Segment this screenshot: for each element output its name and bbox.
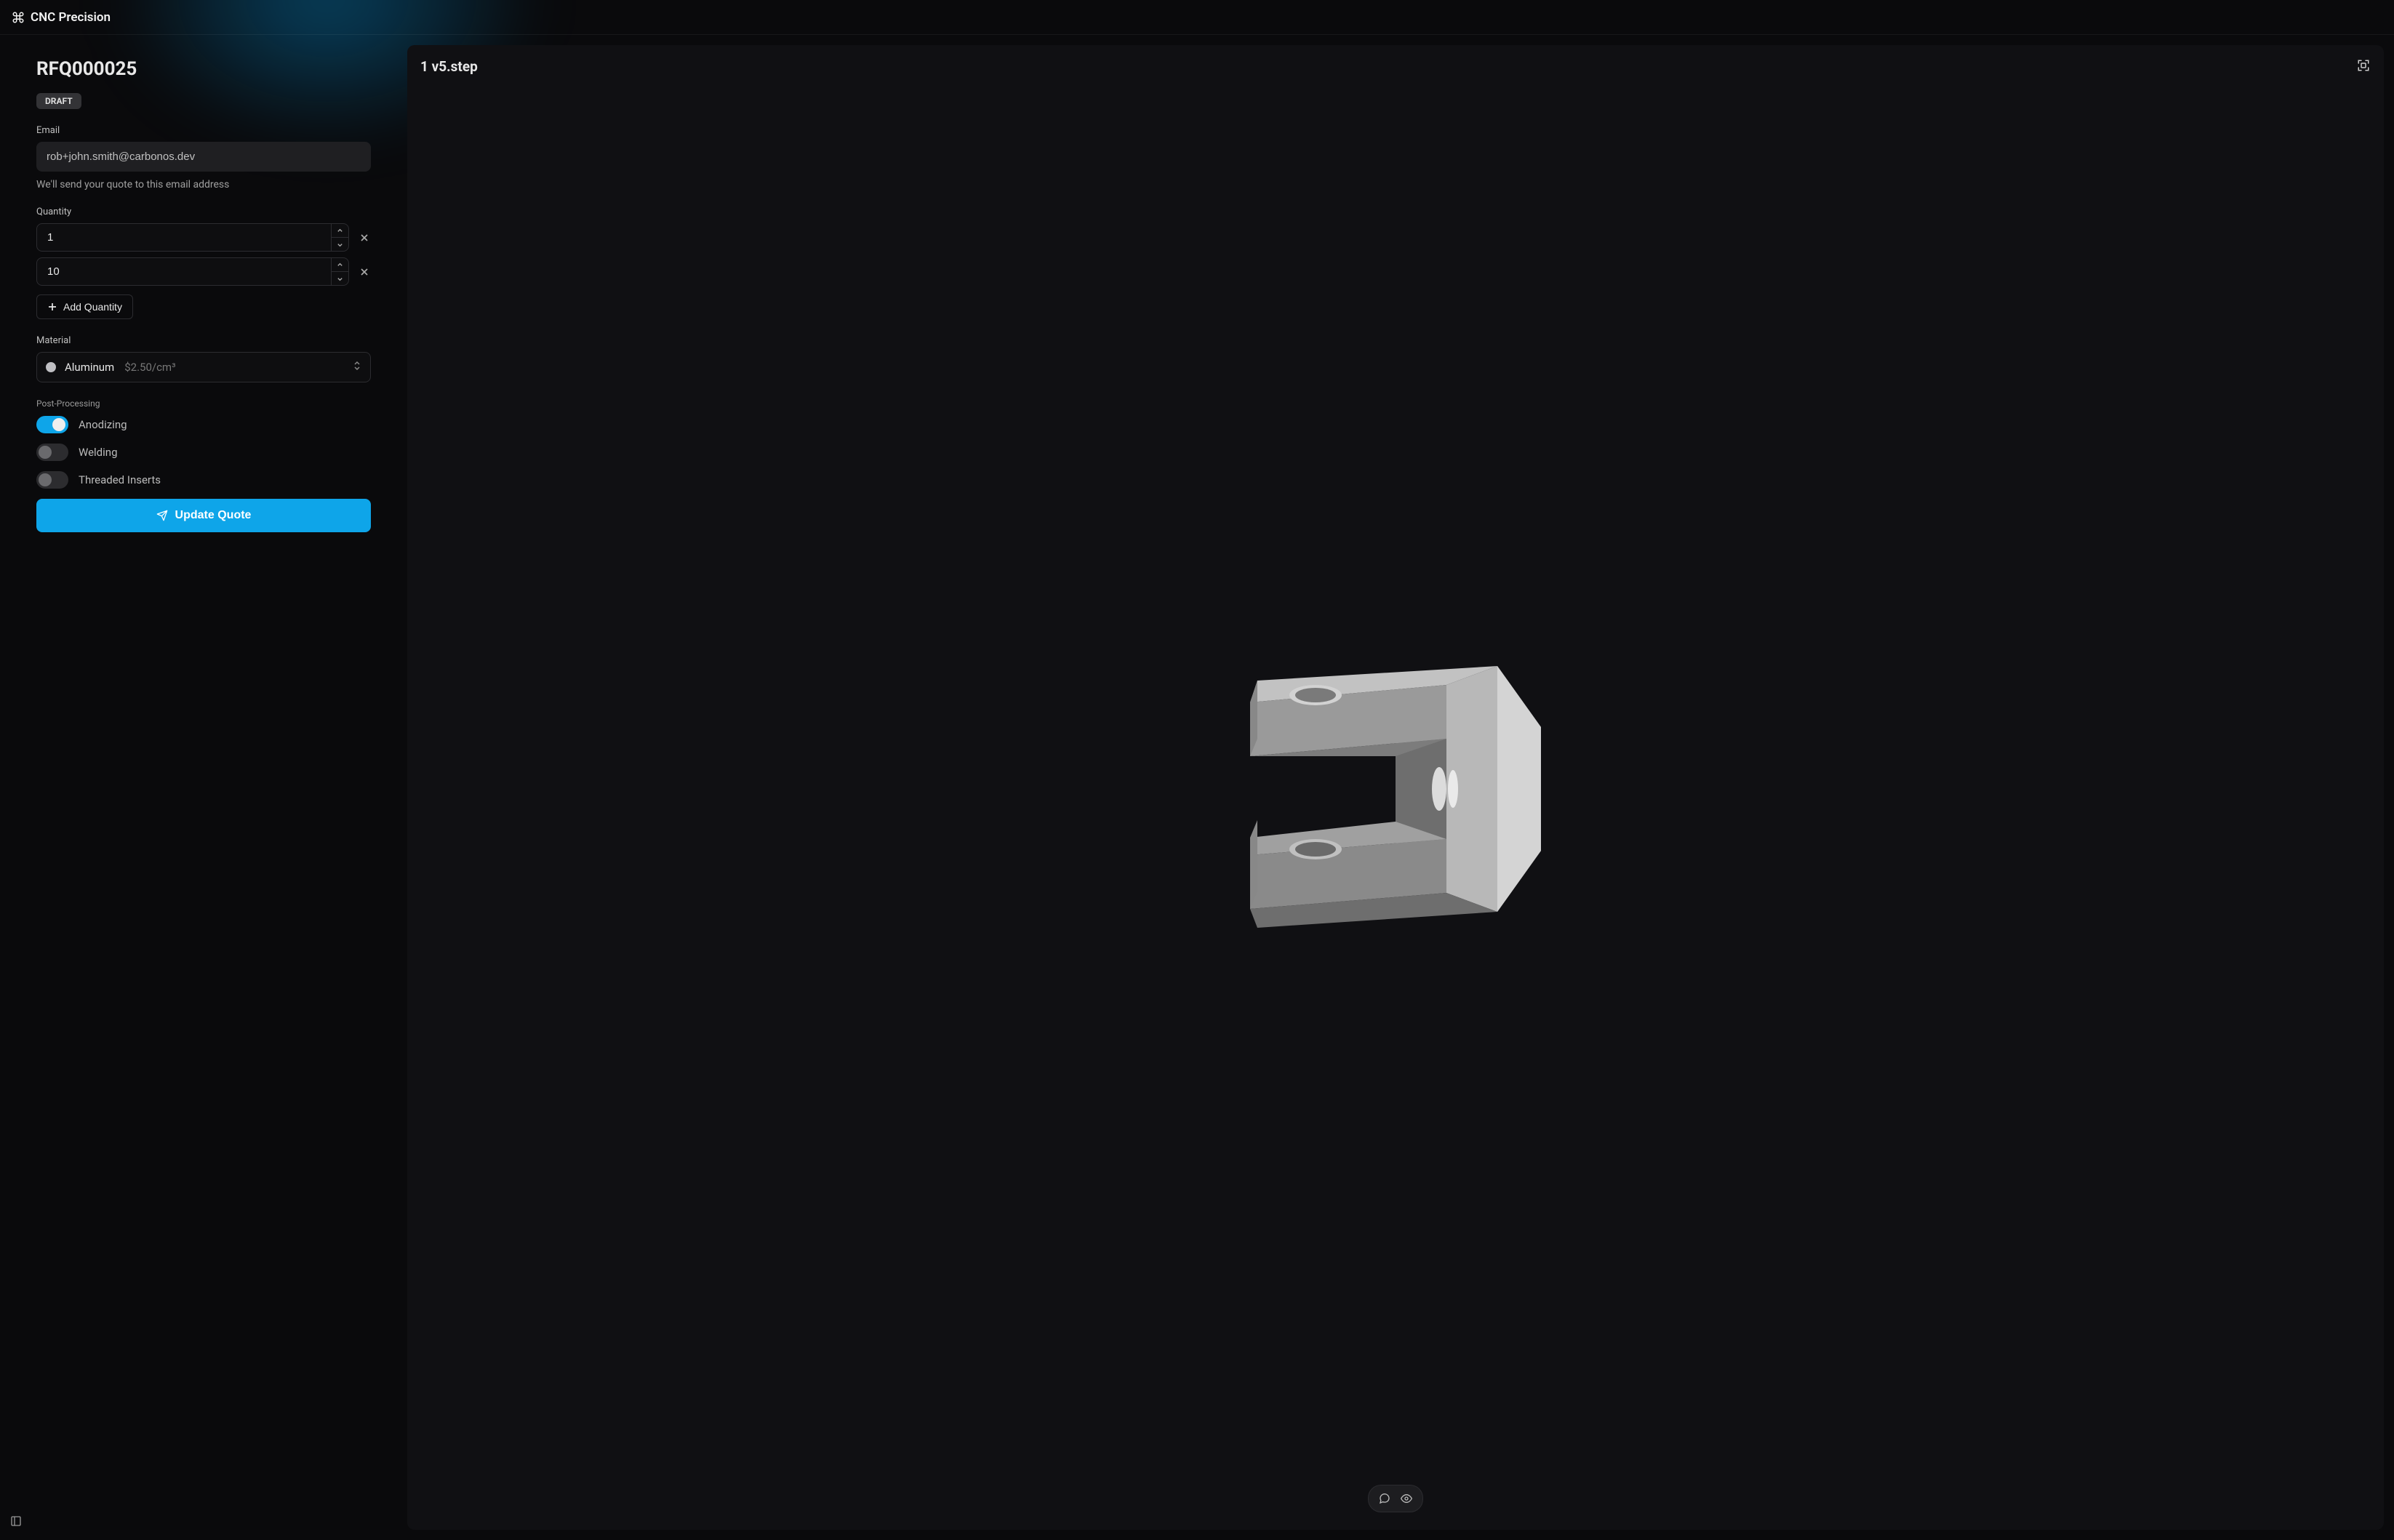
anodizing-toggle[interactable] <box>36 416 68 433</box>
status-badge: DRAFT <box>36 93 81 109</box>
model-preview[interactable] <box>1206 630 1585 945</box>
close-icon <box>359 267 369 277</box>
welding-label: Welding <box>79 446 118 459</box>
visibility-button[interactable] <box>1398 1490 1415 1507</box>
quantity-input-1[interactable] <box>37 258 331 285</box>
quantity-row <box>36 257 371 286</box>
add-quantity-button[interactable]: Add Quantity <box>36 294 133 319</box>
email-label: Email <box>36 125 371 136</box>
remove-quantity-1[interactable] <box>358 265 371 278</box>
material-price: $2.50/cm³ <box>124 361 353 374</box>
material-swatch <box>46 362 56 372</box>
chevron-up-icon <box>337 262 343 268</box>
page-title: RFQ000025 <box>36 58 371 80</box>
welding-toggle[interactable] <box>36 444 68 461</box>
quantity-increment-0[interactable] <box>332 224 348 238</box>
material-name: Aluminum <box>65 361 114 374</box>
anodizing-label: Anodizing <box>79 418 127 431</box>
viewer-panel: 1 v5.step <box>407 35 2394 1540</box>
update-quote-label: Update Quote <box>175 509 252 522</box>
chevron-down-icon <box>337 276 343 282</box>
comment-button[interactable] <box>1376 1490 1393 1507</box>
fullscreen-button[interactable] <box>2353 55 2374 76</box>
material-select[interactable]: Aluminum $2.50/cm³ <box>36 352 371 382</box>
quantity-increment-1[interactable] <box>332 258 348 272</box>
toggle-sidebar-button[interactable] <box>10 1515 22 1530</box>
chevron-up-icon <box>337 228 343 234</box>
fullscreen-icon <box>2357 59 2370 72</box>
postprocessing-threaded-inserts: Threaded Inserts <box>36 471 371 489</box>
chevron-updown-icon <box>353 360 361 374</box>
remove-quantity-0[interactable] <box>358 231 371 244</box>
form-panel: RFQ000025 DRAFT Email We'll send your qu… <box>0 35 407 1540</box>
email-field[interactable] <box>36 142 371 172</box>
chevron-down-icon <box>337 241 343 248</box>
postprocessing-label: Post-Processing <box>36 398 371 409</box>
plus-icon <box>47 302 57 312</box>
threaded-inserts-toggle[interactable] <box>36 471 68 489</box>
panel-left-icon <box>10 1515 22 1527</box>
quantity-label: Quantity <box>36 206 371 217</box>
viewer-filename: 1 v5.step <box>420 58 478 75</box>
app-name: CNC Precision <box>31 10 111 25</box>
viewer[interactable]: 1 v5.step <box>407 45 2384 1530</box>
quantity-decrement-1[interactable] <box>332 272 348 285</box>
quantity-decrement-0[interactable] <box>332 238 348 251</box>
comment-icon <box>1379 1493 1390 1504</box>
quantity-stepper <box>36 223 349 252</box>
update-quote-button[interactable]: Update Quote <box>36 499 371 532</box>
close-icon <box>359 233 369 243</box>
eye-icon <box>1401 1493 1412 1504</box>
command-icon <box>12 11 25 24</box>
add-quantity-label: Add Quantity <box>63 301 122 313</box>
postprocessing-welding: Welding <box>36 444 371 461</box>
app-logo: CNC Precision <box>12 10 111 25</box>
quantity-input-0[interactable] <box>37 224 331 251</box>
postprocessing-anodizing: Anodizing <box>36 416 371 433</box>
header: CNC Precision <box>0 0 2394 35</box>
threaded-inserts-label: Threaded Inserts <box>79 473 161 486</box>
quantity-stepper <box>36 257 349 286</box>
material-label: Material <box>36 335 371 346</box>
send-icon <box>156 510 168 521</box>
email-helper: We'll send your quote to this email addr… <box>36 179 371 191</box>
viewer-toolbar <box>1368 1485 1423 1512</box>
quantity-row <box>36 223 371 252</box>
main: RFQ000025 DRAFT Email We'll send your qu… <box>0 35 2394 1540</box>
